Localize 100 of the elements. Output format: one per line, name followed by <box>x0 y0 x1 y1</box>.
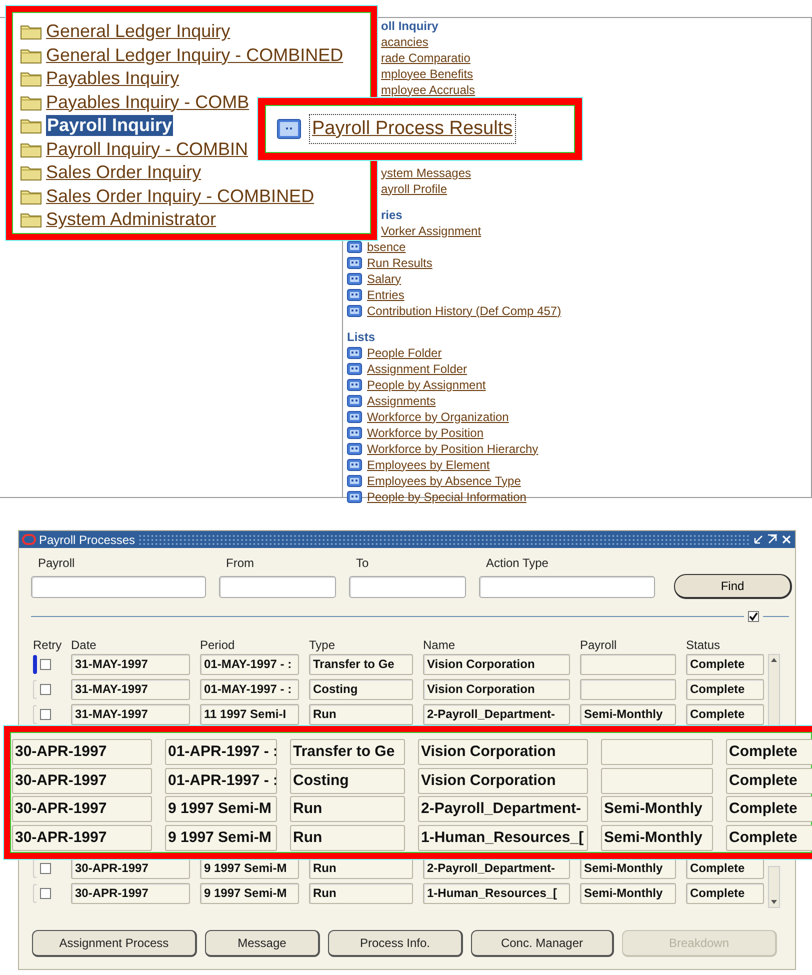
folder-icon <box>20 164 42 182</box>
action-button[interactable]: Message <box>205 930 320 957</box>
checkbox[interactable] <box>40 863 51 874</box>
menu-item[interactable]: Sales Order Inquiry <box>46 162 202 184</box>
checkbox[interactable] <box>40 888 51 899</box>
table-cell: Run <box>290 824 405 850</box>
table-cell: 9 1997 Semi-M <box>200 883 299 904</box>
menu-item[interactable]: System Administrator <box>46 209 216 230</box>
menu-link[interactable]: ystem Messages <box>381 166 472 180</box>
checkbox[interactable] <box>748 611 759 622</box>
menu-item[interactable]: Payroll Inquiry <box>46 115 174 136</box>
table-cell: Complete <box>726 796 812 822</box>
menu-item[interactable]: General Ledger Inquiry - COMBINED <box>46 44 344 66</box>
menu-link[interactable]: Assignment Folder <box>367 362 468 376</box>
menu-link[interactable]: bsence <box>367 240 406 254</box>
scrollbar[interactable] <box>768 654 780 726</box>
table-cell: Vision Corporation <box>423 679 570 700</box>
folder-icon <box>20 211 42 228</box>
checkbox[interactable] <box>40 709 51 720</box>
column-header: Status <box>686 637 722 654</box>
field-label: Payroll <box>37 555 76 572</box>
input-field[interactable] <box>31 576 206 598</box>
action-button[interactable]: Process Info. <box>328 930 463 957</box>
menu-link[interactable]: Payroll Process Results <box>309 114 516 144</box>
input-field[interactable] <box>479 576 655 598</box>
table-cell: 31-MAY-1997 <box>71 704 190 725</box>
menu-link[interactable]: ayroll Profile <box>381 182 448 196</box>
folder-icon <box>20 70 42 88</box>
table-cell: 2-Payroll_Department- <box>423 704 570 725</box>
find-button[interactable]: Find <box>674 574 792 599</box>
folder-icon <box>20 46 42 64</box>
table-cell: 1-Human_Resources_[ <box>418 824 588 850</box>
table-cell: 11 1997 Semi-I <box>200 704 299 725</box>
table-cell: Run <box>309 704 413 725</box>
table-cell: 30-APR-1997 <box>71 858 190 879</box>
menu-item[interactable]: Payables Inquiry <box>46 68 180 90</box>
menu-link[interactable]: Run Results <box>367 256 432 270</box>
menu-link[interactable]: People Folder <box>367 346 442 360</box>
section-heading: ries <box>380 207 404 223</box>
checkbox[interactable] <box>40 684 51 695</box>
table-cell: 1-Human_Resources_[ <box>423 883 570 904</box>
table-cell: 9 1997 Semi-M <box>165 824 277 850</box>
table-cell: Complete <box>686 883 764 904</box>
menu-item[interactable]: General Ledger Inquiry <box>46 21 230 42</box>
table-cell: Complete <box>726 768 812 794</box>
menu-link[interactable]: Workforce by Position <box>367 426 484 440</box>
menu-link[interactable]: Contribution History (Def Comp 457) <box>367 304 562 318</box>
column-header: Period <box>200 637 236 654</box>
menu-link[interactable]: mployee Accruals <box>381 82 476 98</box>
action-button[interactable]: Conc. Manager <box>471 930 614 957</box>
field-label: Action Type <box>485 555 550 572</box>
section-heading: oll Inquiry <box>380 18 440 34</box>
column-header: Retry <box>33 637 61 654</box>
table-cell: Semi-Monthly <box>580 858 676 879</box>
table-cell: Complete <box>686 679 764 700</box>
column-header: Date <box>71 637 98 654</box>
table-cell: Semi-Monthly <box>580 704 676 725</box>
table-cell: Semi-Monthly <box>601 796 713 822</box>
menu-link[interactable]: Workforce by Position Hierarchy <box>367 442 538 456</box>
column-header: Name <box>423 637 456 654</box>
table-cell: Run <box>309 858 413 879</box>
field-label: To <box>355 555 370 572</box>
table-cell: Costing <box>309 679 413 700</box>
menu-link[interactable]: mployee Benefits <box>381 66 474 82</box>
menu-link[interactable]: rade Comparatio <box>381 50 470 66</box>
menu-link[interactable]: Vorker Assignment <box>381 224 482 238</box>
menu-link[interactable]: Employees by Absence Type <box>367 474 521 488</box>
menu-item[interactable]: Payroll Inquiry - COMBIN <box>46 138 248 160</box>
menu-item[interactable]: Payables Inquiry - COMB <box>46 92 250 113</box>
scrollbar[interactable] <box>768 866 780 908</box>
folder-icon <box>20 140 42 158</box>
table-cell: 9 1997 Semi-M <box>200 858 299 879</box>
menu-link[interactable]: Workforce by Organization <box>367 410 509 424</box>
menu-link[interactable]: Entries <box>367 288 404 302</box>
table-cell: 2-Payroll_Department- <box>423 858 570 879</box>
menu-link[interactable]: Salary <box>367 272 402 286</box>
table-cell: 31-MAY-1997 <box>71 654 190 675</box>
action-button[interactable]: Assignment Process <box>32 930 197 957</box>
menu-item[interactable]: Sales Order Inquiry - COMBINED <box>46 186 314 207</box>
menu-link[interactable]: People by Special Information <box>367 490 526 504</box>
menu-link[interactable]: Employees by Element <box>367 458 490 472</box>
table-cell: Semi-Monthly <box>580 883 676 904</box>
section-heading: Lists <box>347 329 376 345</box>
menu-link[interactable]: acancies <box>381 34 428 50</box>
table-cell: 30-APR-1997 <box>71 883 190 904</box>
input-field[interactable] <box>349 576 466 598</box>
menu-link[interactable]: Assignments <box>367 394 436 408</box>
folder-icon <box>20 94 42 111</box>
table-cell: Complete <box>686 654 764 675</box>
table-cell: Costing <box>290 768 405 794</box>
table-cell: Vision Corporation <box>418 739 588 765</box>
table-cell: Vision Corporation <box>423 654 570 675</box>
table-cell: 01-MAY-1997 - : <box>200 679 299 700</box>
menu-link[interactable]: People by Assignment <box>367 378 486 392</box>
table-cell: 30-APR-1997 <box>12 768 152 794</box>
input-field[interactable] <box>219 576 336 598</box>
table-cell: Vision Corporation <box>418 768 588 794</box>
folder-icon <box>20 117 42 134</box>
checkbox[interactable] <box>40 659 51 670</box>
table-cell: 01-MAY-1997 - : <box>200 654 299 675</box>
